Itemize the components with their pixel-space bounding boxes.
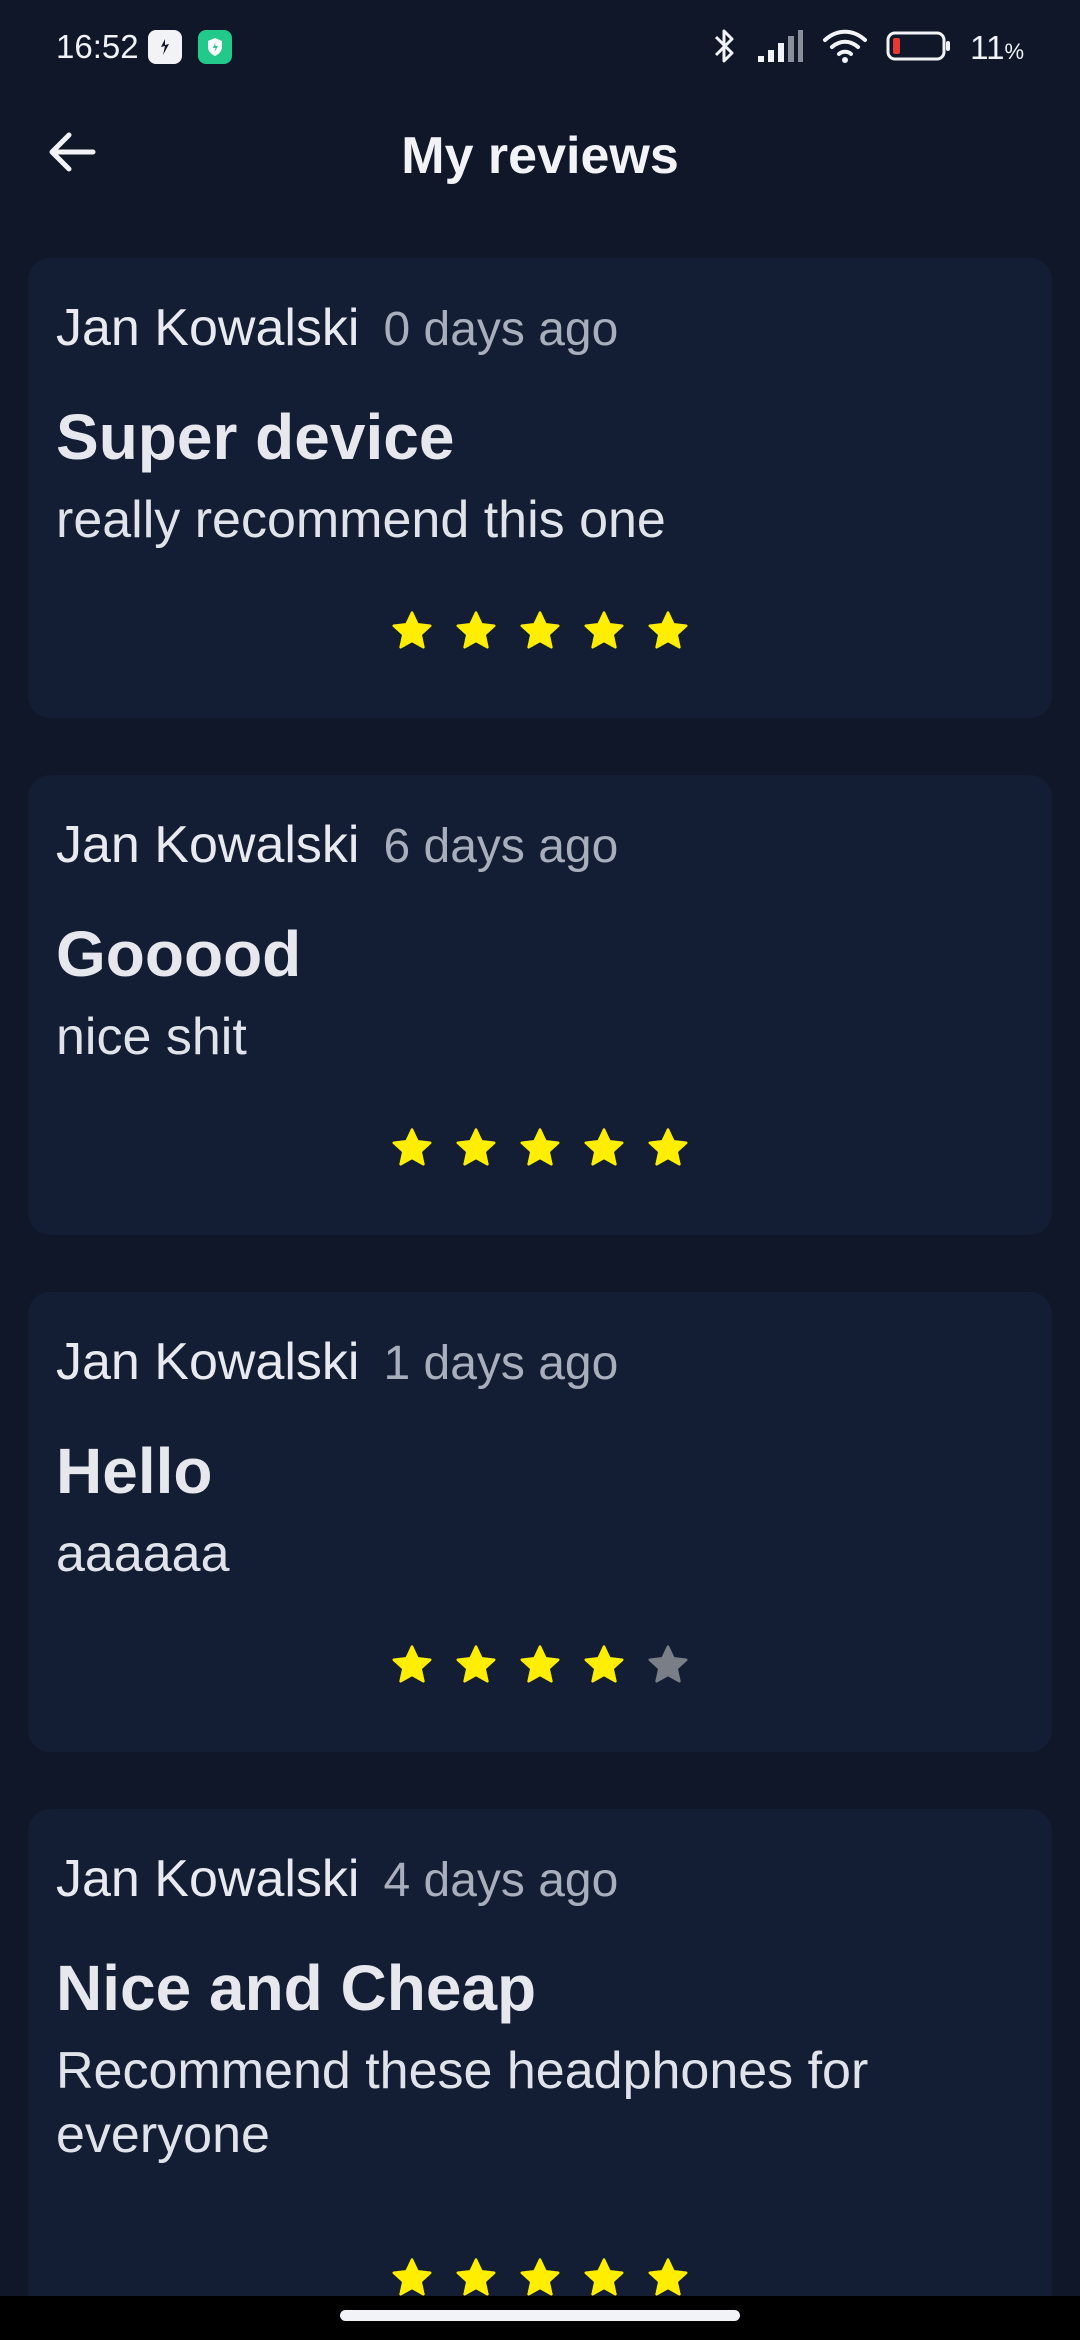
review-card[interactable]: Jan Kowalski 6 days ago Gooood nice shit <box>28 775 1052 1235</box>
star-filled-icon <box>392 611 432 649</box>
battery-icon <box>886 30 952 67</box>
review-body: Recommend these headphones for everyone <box>56 2042 869 2164</box>
app-notification-icon <box>148 30 182 64</box>
star-filled-icon <box>584 1645 624 1683</box>
review-card[interactable]: Jan Kowalski 0 days ago Super device real… <box>28 258 1052 718</box>
star-filled-icon <box>456 611 496 649</box>
review-body: nice shit <box>56 1008 247 1066</box>
review-title: Nice and Cheap <box>56 1952 537 2024</box>
battery-unit: % <box>1004 39 1024 64</box>
star-filled-icon <box>584 611 624 649</box>
review-meta: Jan Kowalski 0 days ago <box>56 298 618 358</box>
star-rating <box>28 2257 1052 2299</box>
review-card[interactable]: Jan Kowalski 4 days ago Nice and Cheap Re… <box>28 1809 1052 2329</box>
star-filled-icon <box>648 611 688 649</box>
star-filled-icon <box>648 1128 688 1166</box>
star-rating <box>28 1127 1052 1169</box>
star-filled-icon <box>520 1128 560 1166</box>
star-rating <box>28 610 1052 652</box>
review-body: really recommend this one <box>56 491 666 549</box>
star-filled-icon <box>520 2258 560 2296</box>
screen: 16:52 11% My reviews Jan Kowalski 0 days… <box>0 0 1080 2340</box>
battery-level: 11% <box>970 29 1024 67</box>
signal-icon <box>756 28 804 69</box>
star-filled-icon <box>584 1128 624 1166</box>
star-filled-icon <box>520 1645 560 1683</box>
star-filled-icon <box>392 1128 432 1166</box>
home-indicator[interactable] <box>340 2310 740 2321</box>
star-filled-icon <box>520 611 560 649</box>
wifi-icon <box>822 28 868 69</box>
star-empty-icon <box>648 1645 688 1683</box>
review-author: Jan Kowalski <box>56 816 360 874</box>
review-card[interactable]: Jan Kowalski 1 days ago Hello aaaaaa <box>28 1292 1052 1752</box>
review-author: Jan Kowalski <box>56 1850 360 1908</box>
star-filled-icon <box>392 1645 432 1683</box>
star-filled-icon <box>456 1128 496 1166</box>
bluetooth-icon <box>712 26 738 71</box>
review-author: Jan Kowalski <box>56 1333 360 1391</box>
review-title: Hello <box>56 1435 213 1507</box>
review-date: 6 days ago <box>383 820 619 873</box>
status-bar: 16:52 11% <box>0 0 1080 96</box>
review-body: aaaaaa <box>56 1525 230 1583</box>
shield-icon <box>198 30 232 64</box>
review-title: Super device <box>56 401 455 473</box>
review-date: 4 days ago <box>383 1854 619 1907</box>
review-date: 1 days ago <box>383 1337 619 1390</box>
battery-percent: 11 <box>970 29 1005 66</box>
star-filled-icon <box>392 2258 432 2296</box>
star-filled-icon <box>648 2258 688 2296</box>
review-date: 0 days ago <box>383 303 619 356</box>
star-filled-icon <box>456 1645 496 1683</box>
review-author: Jan Kowalski <box>56 299 360 357</box>
page-title: My reviews <box>401 127 679 185</box>
review-meta: Jan Kowalski 1 days ago <box>56 1332 618 1392</box>
star-filled-icon <box>584 2258 624 2296</box>
review-title: Gooood <box>56 918 302 990</box>
app-header: My reviews <box>0 110 1080 200</box>
review-list[interactable]: Jan Kowalski 0 days ago Super device real… <box>28 258 1052 2340</box>
status-icons: 11% <box>712 26 1024 70</box>
review-meta: Jan Kowalski 4 days ago <box>56 1849 618 1909</box>
star-rating <box>28 1644 1052 1686</box>
status-time: 16:52 <box>56 28 139 65</box>
navigation-bar <box>0 2296 1080 2340</box>
review-meta: Jan Kowalski 6 days ago <box>56 815 618 875</box>
star-filled-icon <box>456 2258 496 2296</box>
